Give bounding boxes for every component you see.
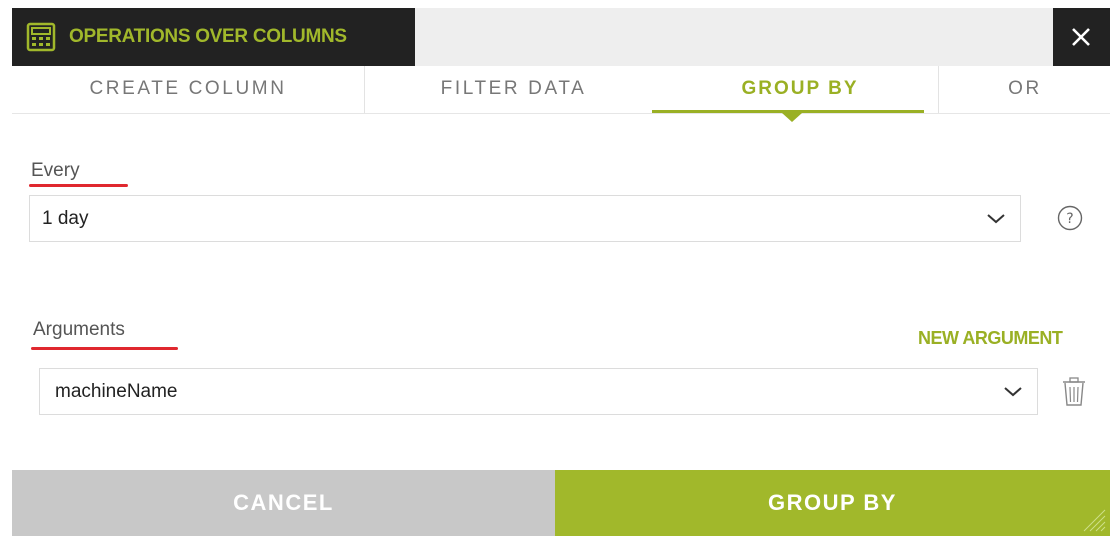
tab-or[interactable]: OR — [938, 66, 1110, 113]
argument-select[interactable]: machineName — [39, 368, 1038, 415]
dialog-title: OPERATIONS OVER COLUMNS — [69, 26, 347, 47]
tab-create-column[interactable]: CREATE COLUMN — [12, 66, 365, 113]
tab-filter-data[interactable]: FILTER DATA — [365, 66, 662, 113]
svg-text:?: ? — [1066, 211, 1073, 227]
calculator-icon — [26, 22, 56, 52]
every-label: Every — [31, 160, 80, 181]
arguments-label: Arguments — [33, 319, 125, 340]
close-icon — [1072, 28, 1090, 46]
every-value: 1 day — [42, 208, 89, 229]
dialog-titlebar: OPERATIONS OVER COLUMNS — [12, 8, 1110, 66]
every-select[interactable]: 1 day — [29, 195, 1021, 242]
tab-bar: CREATE COLUMN FILTER DATA GROUP BY OR — [12, 66, 1110, 114]
group-by-button-label: GROUP BY — [768, 490, 897, 515]
resize-grip-icon[interactable] — [1080, 506, 1106, 532]
argument-value: machineName — [55, 381, 178, 402]
active-tab-caret — [782, 113, 802, 122]
new-argument-button[interactable]: NEW ARGUMENT — [918, 328, 1063, 349]
question-circle-icon[interactable]: ? — [1057, 205, 1083, 231]
chevron-down-icon — [987, 214, 1005, 224]
group-by-button[interactable]: GROUP BY — [555, 470, 1110, 536]
close-button[interactable] — [1053, 8, 1110, 66]
annotation-underline — [29, 184, 128, 187]
cancel-button[interactable]: CANCEL — [12, 470, 555, 536]
title-block: OPERATIONS OVER COLUMNS — [12, 8, 415, 66]
tab-group-by[interactable]: GROUP BY — [664, 66, 936, 113]
annotation-underline — [31, 347, 178, 350]
chevron-down-icon — [1004, 387, 1022, 397]
trash-icon[interactable] — [1062, 377, 1086, 407]
